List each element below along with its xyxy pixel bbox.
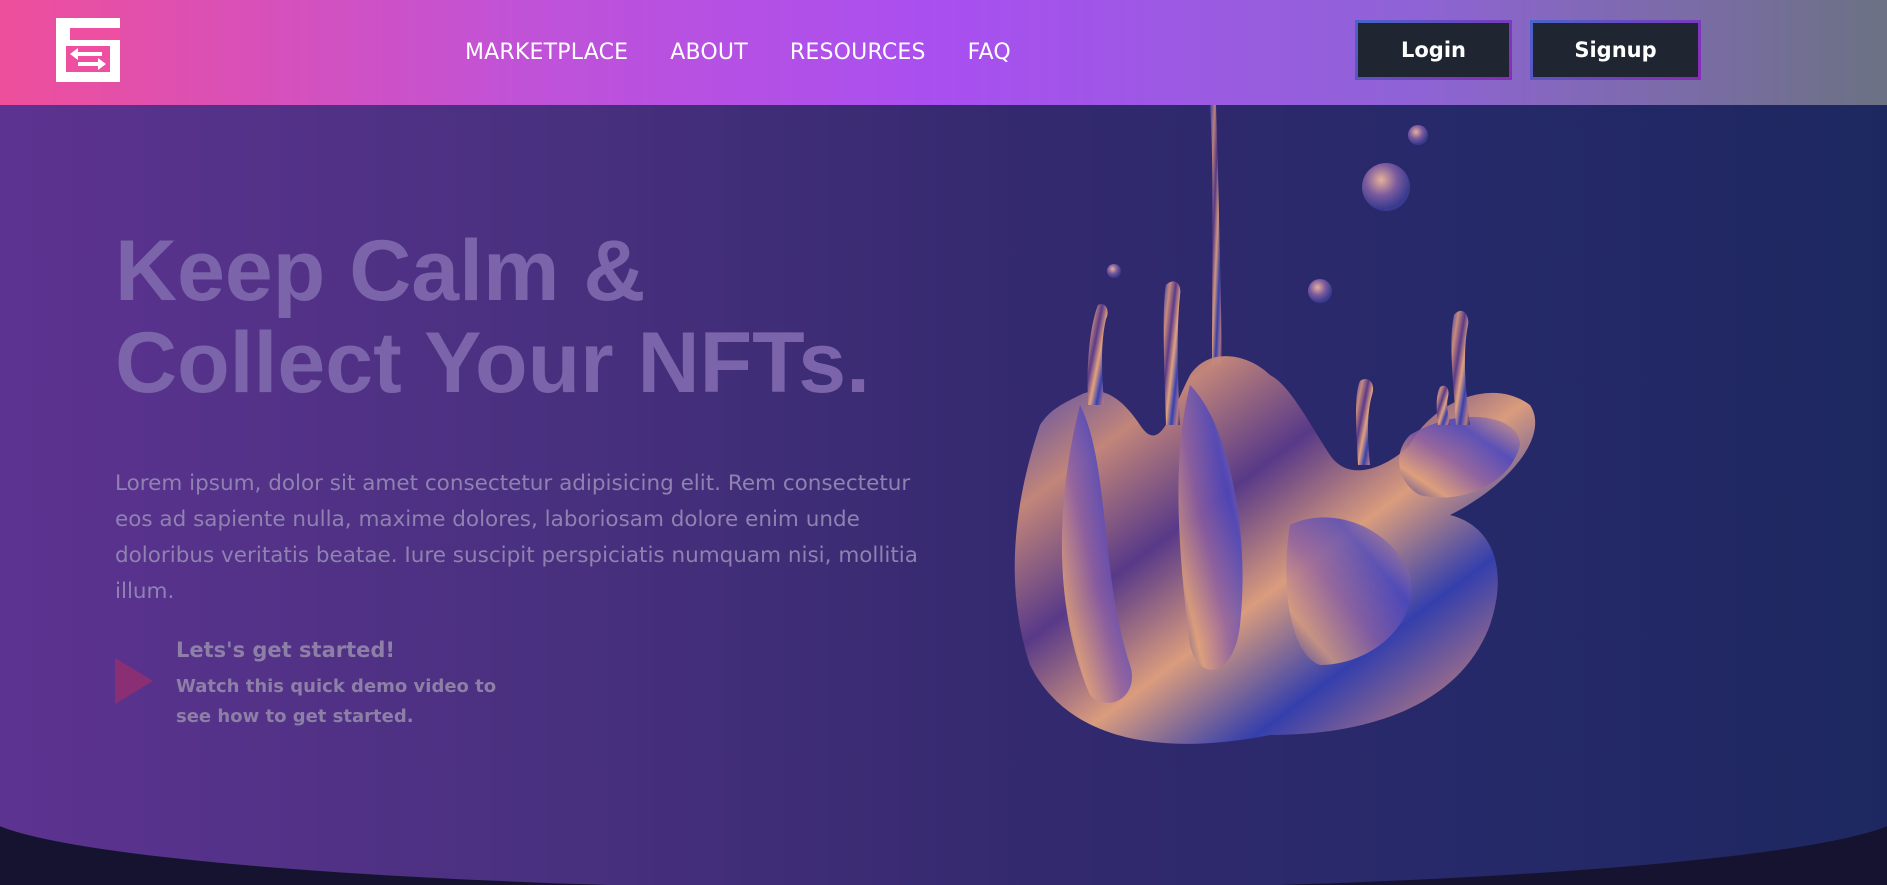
demo-video-cta[interactable]: Lets's get started! Watch this quick dem…	[115, 636, 595, 736]
nav-link-about[interactable]: ABOUT	[670, 40, 748, 65]
play-icon[interactable]	[115, 658, 153, 704]
login-button[interactable]: Login	[1355, 20, 1512, 80]
swap-arrows-logo-icon[interactable]	[56, 18, 120, 82]
hero-headline-line-1: Keep Calm &	[115, 223, 646, 319]
cta-title: Lets's get started!	[176, 638, 395, 662]
nav-link-marketplace[interactable]: MARKETPLACE	[465, 40, 628, 65]
nav-link-faq[interactable]: FAQ	[968, 40, 1011, 65]
main-nav: MARKETPLACE ABOUT RESOURCES FAQ	[465, 0, 1011, 105]
hero-description: Lorem ipsum, dolor sit amet consectetur …	[115, 471, 918, 604]
landing-page: MARKETPLACE ABOUT RESOURCES FAQ Login Si…	[0, 0, 1887, 885]
cta-subtitle: Watch this quick demo video to see how t…	[176, 676, 497, 727]
liquid-metal-splash-illustration	[1014, 105, 1536, 744]
top-navbar: MARKETPLACE ABOUT RESOURCES FAQ Login Si…	[0, 0, 1887, 105]
hero-headline-line-2: Collect Your NFTs.	[115, 315, 870, 411]
hero-headline: Keep Calm & Collect Your NFTs.	[115, 225, 870, 409]
signup-button[interactable]: Signup	[1530, 20, 1701, 80]
nav-link-resources[interactable]: RESOURCES	[790, 40, 926, 65]
